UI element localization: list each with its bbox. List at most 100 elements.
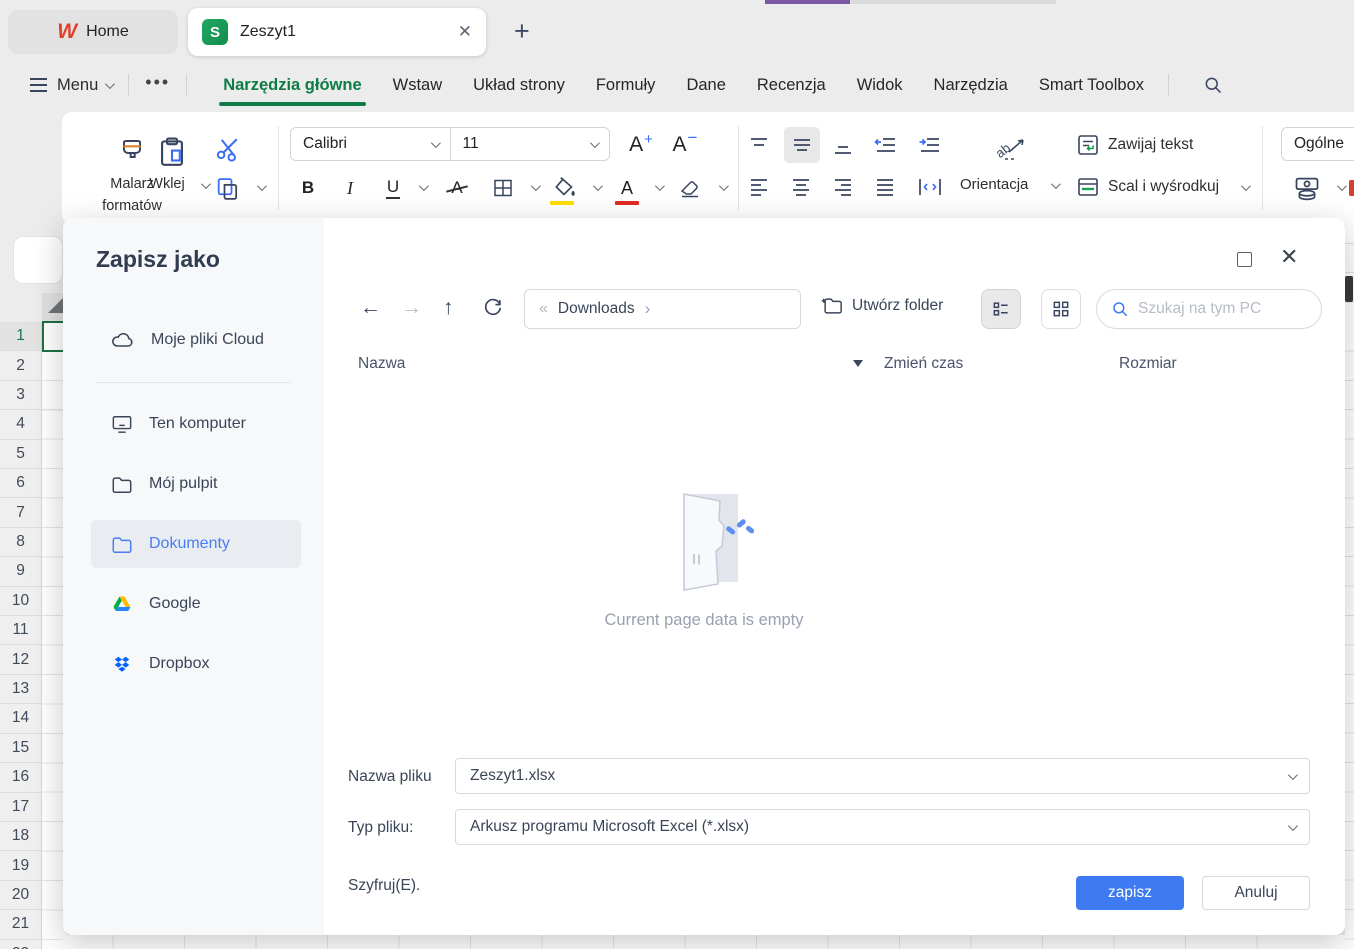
distributed-align-icon[interactable] bbox=[912, 172, 948, 202]
eraser-chevron-icon[interactable] bbox=[719, 181, 729, 191]
row-header[interactable]: 15 bbox=[0, 734, 42, 763]
bold-icon[interactable]: B bbox=[292, 172, 324, 204]
file-name-combo[interactable]: Zeszyt1.xlsx bbox=[455, 758, 1310, 794]
sidebar-item-cloud[interactable]: Moje pliki Cloud bbox=[91, 316, 301, 364]
merge-center-icon[interactable] bbox=[1074, 174, 1102, 200]
forward-button[interactable]: → bbox=[401, 296, 422, 320]
row-header[interactable]: 19 bbox=[0, 851, 42, 880]
align-right-icon[interactable] bbox=[826, 172, 860, 202]
align-middle-icon[interactable] bbox=[784, 127, 820, 163]
row-header[interactable]: 17 bbox=[0, 793, 42, 822]
file-type-value[interactable]: Arkusz programu Microsoft Excel (*.xlsx) bbox=[456, 818, 1281, 836]
row-header[interactable]: 21 bbox=[0, 910, 42, 939]
row-header[interactable]: 7 bbox=[0, 498, 42, 527]
align-center-icon[interactable] bbox=[784, 172, 818, 202]
copy-icon[interactable] bbox=[210, 172, 246, 206]
sort-direction-icon[interactable] bbox=[853, 360, 863, 367]
row-header[interactable]: 5 bbox=[0, 440, 42, 469]
refresh-icon[interactable] bbox=[482, 296, 504, 318]
row-header[interactable]: 11 bbox=[0, 616, 42, 645]
breadcrumb-current[interactable]: Downloads bbox=[558, 300, 635, 318]
row-header[interactable]: 12 bbox=[0, 645, 42, 674]
borders-chevron-icon[interactable] bbox=[531, 181, 541, 191]
more-options-button[interactable]: ••• bbox=[145, 72, 170, 93]
row-header[interactable]: 18 bbox=[0, 822, 42, 851]
ribbon-tab[interactable]: Narzędzia bbox=[934, 63, 1008, 108]
paste-label[interactable]: Wklej bbox=[132, 176, 202, 192]
decrease-indent-icon[interactable] bbox=[868, 130, 904, 160]
row-header[interactable]: 9 bbox=[0, 557, 42, 586]
scrollbar-thumb[interactable] bbox=[1345, 276, 1353, 302]
ribbon-tab[interactable]: Wstaw bbox=[393, 63, 443, 108]
hamburger-icon[interactable] bbox=[30, 78, 47, 91]
maximize-button[interactable] bbox=[1237, 252, 1252, 267]
ribbon-tab[interactable]: Smart Toolbox bbox=[1039, 63, 1144, 108]
column-header-size[interactable]: Rozmiar bbox=[1119, 355, 1177, 373]
font-color-chevron-icon[interactable] bbox=[655, 181, 665, 191]
column-header-name[interactable]: Nazwa bbox=[358, 355, 405, 373]
row-header[interactable]: 2 bbox=[0, 351, 42, 380]
align-top-icon[interactable] bbox=[742, 130, 776, 160]
menu-button[interactable]: Menu bbox=[57, 76, 98, 95]
home-tab[interactable]: W Home bbox=[8, 10, 178, 54]
font-size-select[interactable]: 11 bbox=[451, 135, 584, 153]
row-header[interactable]: 16 bbox=[0, 763, 42, 792]
list-view-toggle[interactable] bbox=[981, 289, 1021, 329]
ribbon-tab[interactable]: Narzędzia główne bbox=[223, 63, 361, 108]
wrap-text-icon[interactable] bbox=[1074, 132, 1102, 158]
encrypt-link[interactable]: Szyfruj(E). bbox=[348, 877, 420, 895]
name-box[interactable] bbox=[14, 237, 62, 283]
font-name-chevron-icon[interactable] bbox=[430, 138, 440, 148]
row-header[interactable]: 22 bbox=[0, 940, 42, 949]
close-tab-icon[interactable]: ✕ bbox=[458, 22, 472, 42]
sidebar-item-dropbox[interactable]: Dropbox bbox=[91, 640, 301, 688]
back-button[interactable]: ← bbox=[360, 296, 381, 320]
sidebar-item-this-pc[interactable]: Ten komputer bbox=[91, 400, 301, 448]
increase-indent-icon[interactable] bbox=[912, 130, 948, 160]
align-left-icon[interactable] bbox=[742, 172, 776, 202]
search-input[interactable]: Szukaj na tym PC bbox=[1096, 289, 1322, 329]
breadcrumb-back-icon[interactable]: « bbox=[539, 300, 548, 318]
file-name-value[interactable]: Zeszyt1.xlsx bbox=[456, 767, 1281, 785]
ribbon-tab[interactable]: Dane bbox=[686, 63, 725, 108]
currency-format-icon[interactable] bbox=[1290, 172, 1324, 204]
font-size-chevron-icon[interactable] bbox=[590, 138, 600, 148]
orientation-icon[interactable]: ab bbox=[990, 130, 1034, 166]
grid-view-toggle[interactable] bbox=[1041, 289, 1081, 329]
save-button[interactable]: zapisz bbox=[1076, 876, 1184, 910]
up-button[interactable]: ↑ bbox=[443, 296, 454, 320]
row-header[interactable]: 14 bbox=[0, 704, 42, 733]
increase-font-icon[interactable]: A+ bbox=[620, 128, 662, 162]
currency-chevron-icon[interactable] bbox=[1337, 181, 1347, 191]
select-all-corner[interactable] bbox=[48, 297, 64, 313]
file-name-chevron-icon[interactable] bbox=[1288, 770, 1298, 780]
cut-icon[interactable] bbox=[208, 130, 248, 166]
row-header[interactable]: 8 bbox=[0, 528, 42, 557]
orientation-label[interactable]: Orientacja bbox=[960, 176, 1028, 193]
decrease-font-icon[interactable]: A− bbox=[664, 128, 706, 162]
wrap-text-label[interactable]: Zawijaj tekst bbox=[1108, 136, 1193, 154]
ribbon-tab[interactable]: Formuły bbox=[596, 63, 656, 108]
cancel-button[interactable]: Anuluj bbox=[1202, 876, 1310, 910]
row-header[interactable]: 3 bbox=[0, 381, 42, 410]
orientation-chevron-icon[interactable] bbox=[1051, 179, 1061, 189]
row-header[interactable]: 13 bbox=[0, 675, 42, 704]
paste-icon[interactable] bbox=[150, 130, 194, 174]
row-header[interactable]: 10 bbox=[0, 587, 42, 616]
fill-color-icon[interactable] bbox=[548, 170, 582, 206]
close-dialog-button[interactable]: ✕ bbox=[1280, 248, 1298, 266]
search-icon[interactable] bbox=[1203, 75, 1223, 95]
number-format-combo[interactable]: Ogólne bbox=[1281, 127, 1354, 161]
row-header[interactable]: 6 bbox=[0, 469, 42, 498]
italic-icon[interactable]: I bbox=[334, 172, 366, 204]
column-header-modified[interactable]: Zmień czas bbox=[884, 355, 963, 373]
ribbon-tab[interactable]: Recenzja bbox=[757, 63, 826, 108]
row-header[interactable]: 1 bbox=[0, 322, 42, 351]
file-type-combo[interactable]: Arkusz programu Microsoft Excel (*.xlsx) bbox=[455, 809, 1310, 845]
ribbon-tab[interactable]: Układ strony bbox=[473, 63, 565, 108]
underline-icon[interactable]: U bbox=[378, 172, 408, 204]
merge-chevron-icon[interactable] bbox=[1241, 181, 1251, 191]
row-header[interactable]: 4 bbox=[0, 410, 42, 439]
underline-chevron-icon[interactable] bbox=[419, 181, 429, 191]
breadcrumb[interactable]: « Downloads › bbox=[524, 289, 801, 329]
